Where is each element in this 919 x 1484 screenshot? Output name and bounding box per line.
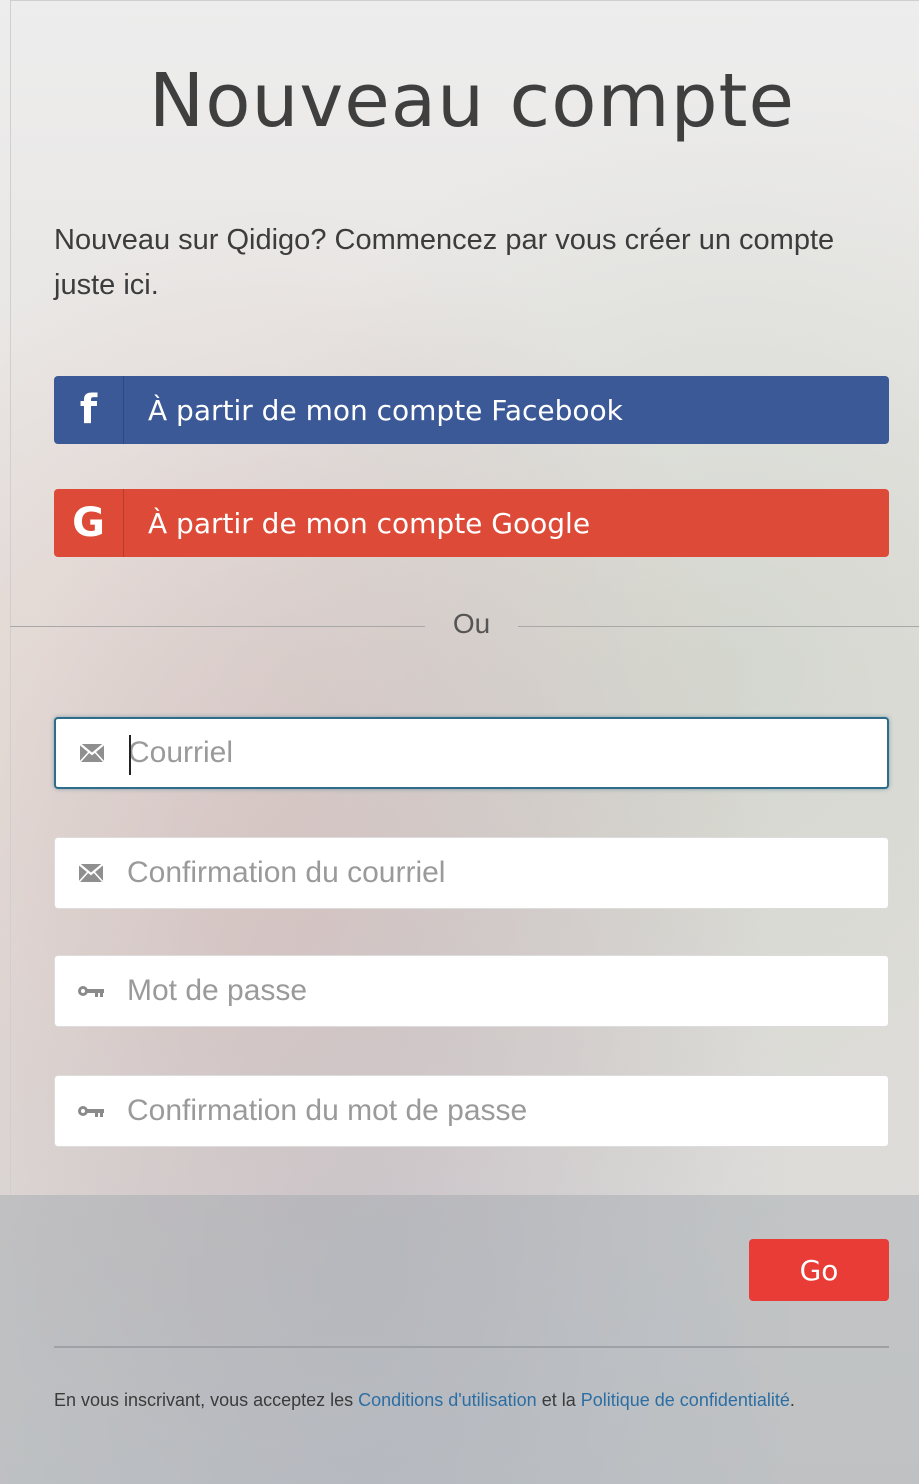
key-icon <box>55 984 127 998</box>
google-signup-label: À partir de mon compte Google <box>148 506 591 540</box>
envelope-icon <box>56 743 128 763</box>
password-field[interactable] <box>54 955 889 1027</box>
facebook-icon: f <box>54 376 124 444</box>
terms-suffix: . <box>789 1390 795 1410</box>
intro-text: Nouveau sur Qidigo? Commencez par vous c… <box>54 224 835 301</box>
email-confirmation-input[interactable] <box>127 856 867 890</box>
terms-text: En vous inscrivant, vous acceptez les Co… <box>54 1378 884 1422</box>
text-caret <box>129 735 131 775</box>
terms-middle: et la <box>536 1390 581 1410</box>
password-input[interactable] <box>127 974 867 1008</box>
google-icon: G <box>54 489 124 557</box>
password-confirmation-input[interactable] <box>127 1094 867 1128</box>
facebook-signup-label: À partir de mon compte Facebook <box>148 393 623 427</box>
envelope-icon <box>55 863 127 883</box>
divider-line-right <box>518 626 919 627</box>
divider-text: Ou <box>452 608 491 639</box>
signup-page: Nouveau compte Nouveau sur Qidigo? Comme… <box>0 0 919 1484</box>
google-signup-button[interactable]: G À partir de mon compte Google <box>54 489 889 557</box>
email-field[interactable] <box>54 717 889 789</box>
page-title: Nouveau compte <box>148 58 796 144</box>
conditions-link[interactable]: Conditions d'utilisation <box>358 1390 537 1410</box>
email-confirmation-field[interactable] <box>54 837 889 909</box>
facebook-signup-button[interactable]: f À partir de mon compte Facebook <box>54 376 889 444</box>
password-confirmation-field[interactable] <box>54 1075 889 1147</box>
footer-divider <box>54 1346 889 1348</box>
privacy-policy-link[interactable]: Politique de confidentialité <box>581 1390 790 1410</box>
panel-top-border <box>10 0 919 1</box>
terms-prefix: En vous inscrivant, vous acceptez les <box>54 1390 359 1410</box>
divider-line-left <box>10 626 425 627</box>
panel-left-border <box>10 0 11 1195</box>
submit-button[interactable]: Go <box>749 1239 889 1301</box>
email-input[interactable] <box>128 736 868 770</box>
key-icon <box>55 1104 127 1118</box>
